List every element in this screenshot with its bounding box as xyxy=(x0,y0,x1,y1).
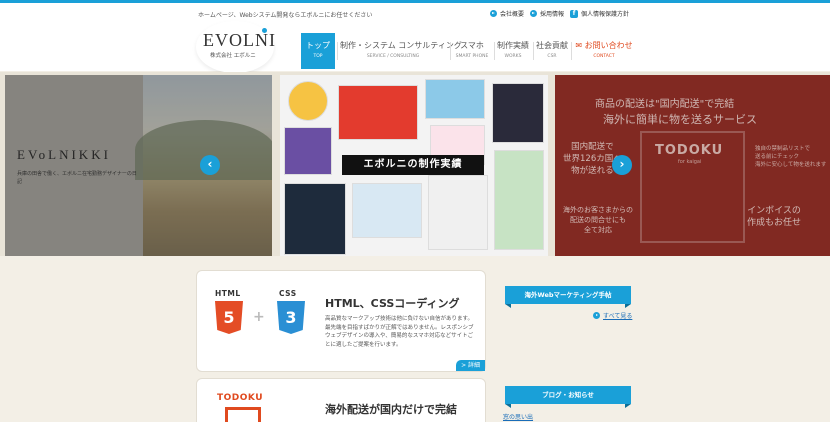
chevron-left-icon: ‹ xyxy=(207,157,213,171)
nav-label: お問い合わせ xyxy=(584,41,633,50)
nav-sublabel: SMART PHONE xyxy=(455,54,489,59)
work-thumb xyxy=(284,127,332,175)
nav-divider xyxy=(450,42,451,60)
logo-subtitle: 株式会社 エボルニ xyxy=(210,53,256,59)
mail-icon: ✉ xyxy=(575,41,583,50)
sidebar-banner-marketing[interactable]: 海外Webマーケティング手帖 xyxy=(505,286,631,308)
card-title: HTML、CSSコーディング xyxy=(325,297,460,310)
see-all-link[interactable]: すべて見る xyxy=(593,311,632,320)
nav-label: 制作・システム コンサルティング xyxy=(340,41,462,50)
nav-divider xyxy=(337,42,338,60)
header-tagline: ホームページ、Webシステム開発ならエボルニにお任せください xyxy=(198,12,373,19)
nav-label: スマホ xyxy=(460,41,484,50)
work-thumb xyxy=(425,79,485,119)
work-thumb xyxy=(288,81,328,121)
site-logo[interactable]: EVOLNI xyxy=(203,30,276,51)
nav-divider xyxy=(571,42,572,60)
nav-sublabel: TOP xyxy=(313,54,323,59)
nav-sublabel: CONTACT xyxy=(593,54,615,59)
slide-dim-overlay xyxy=(5,75,272,256)
blog-item-link[interactable]: 窓の思い出 xyxy=(503,412,533,421)
nav-top[interactable]: トップ TOP xyxy=(301,33,335,69)
nav-service[interactable]: 制作・システム コンサルティング SERVICE / CONSULTING xyxy=(340,33,462,69)
html5-number: 5 xyxy=(223,308,235,327)
card-title: 海外配送が国内だけで完結 xyxy=(325,403,457,416)
util-link-company[interactable]: 会社概要 xyxy=(490,9,524,18)
arrow-circle-icon xyxy=(530,10,537,17)
nav-divider xyxy=(533,42,534,60)
sidebar-banner-blog[interactable]: ブログ・お知らせ xyxy=(505,386,631,408)
util-link-privacy[interactable]: f 個人情報保護方針 xyxy=(570,9,629,18)
work-thumb xyxy=(428,175,488,250)
facebook-icon: f xyxy=(570,9,578,18)
nav-label: 社会貢献 xyxy=(536,41,568,50)
service-card-todoku[interactable]: TODOKU 海外配送が国内だけで完結 xyxy=(196,378,486,422)
work-thumb xyxy=(492,83,544,143)
arrow-circle-icon xyxy=(490,10,497,17)
nav-works[interactable]: 制作実績 WORKS xyxy=(496,33,530,69)
css-badge-label: CSS xyxy=(279,289,297,298)
util-link-label: 個人情報保護方針 xyxy=(581,11,630,18)
nav-sublabel: WORKS xyxy=(504,54,522,59)
nav-label: トップ xyxy=(306,41,330,50)
todoku-card-logo: TODOKU xyxy=(217,393,264,403)
chevron-right-icon: › xyxy=(619,157,625,171)
work-thumb xyxy=(338,85,418,140)
nav-divider xyxy=(494,42,495,60)
slider-next-button[interactable]: › xyxy=(612,155,632,175)
util-link-label: 採用情報 xyxy=(540,11,565,18)
util-link-recruit[interactable]: 採用情報 xyxy=(530,9,564,18)
see-all-label: すべて見る xyxy=(603,313,633,320)
css3-icon: 3 xyxy=(277,301,305,334)
nav-sublabel: CSR xyxy=(547,54,557,59)
slide-dim-overlay xyxy=(555,75,830,256)
service-card-html[interactable]: HTML 5 + CSS 3 HTML、CSSコーディング 高品質なマークアップ… xyxy=(196,270,486,372)
html-badge-label: HTML xyxy=(215,289,241,298)
nav-contact[interactable]: ✉ お問い合わせ CONTACT xyxy=(574,33,634,69)
logo-dot xyxy=(262,28,267,33)
work-thumb xyxy=(494,150,544,250)
blog-item-label: 窓の思い出 xyxy=(503,414,534,421)
nav-csr[interactable]: 社会貢献 CSR xyxy=(536,33,568,69)
html5-icon: 5 xyxy=(215,301,243,334)
hero-slider: EVoLNIKKI 兵庫の田舎で働く、エボルニ在宅勤務デザイナーの日記 エボルニ… xyxy=(0,72,830,256)
slide-todoku[interactable]: 商品の配送は"国内配送"で完結 海外に簡単に物を送るサービス TODOKU fo… xyxy=(555,75,830,256)
plus-icon: + xyxy=(253,309,265,325)
detail-button[interactable]: > 詳細 xyxy=(456,360,485,371)
nav-label-wrap: ✉ お問い合わせ xyxy=(574,40,634,51)
slide-evolnikki[interactable]: EVoLNIKKI 兵庫の田舎で働く、エボルニ在宅勤務デザイナーの日記 xyxy=(5,75,272,256)
arrow-circle-icon xyxy=(593,312,600,319)
card-description: 高品質なマークアップ技術は他に負けない自信があります。最先端を目指すばかりが正解… xyxy=(325,316,474,348)
box-icon xyxy=(225,407,261,422)
work-thumb xyxy=(352,183,422,238)
nav-label: 制作実績 xyxy=(497,41,529,50)
slider-prev-button[interactable]: ‹ xyxy=(200,155,220,175)
nav-sublabel: SERVICE / CONSULTING xyxy=(366,54,420,59)
util-link-label: 会社概要 xyxy=(500,11,525,18)
nav-smartphone[interactable]: スマホ SMART PHONE xyxy=(453,33,491,69)
css3-number: 3 xyxy=(285,308,297,327)
works-label[interactable]: エボルニの制作実績 xyxy=(342,155,484,175)
work-thumb xyxy=(284,183,346,255)
